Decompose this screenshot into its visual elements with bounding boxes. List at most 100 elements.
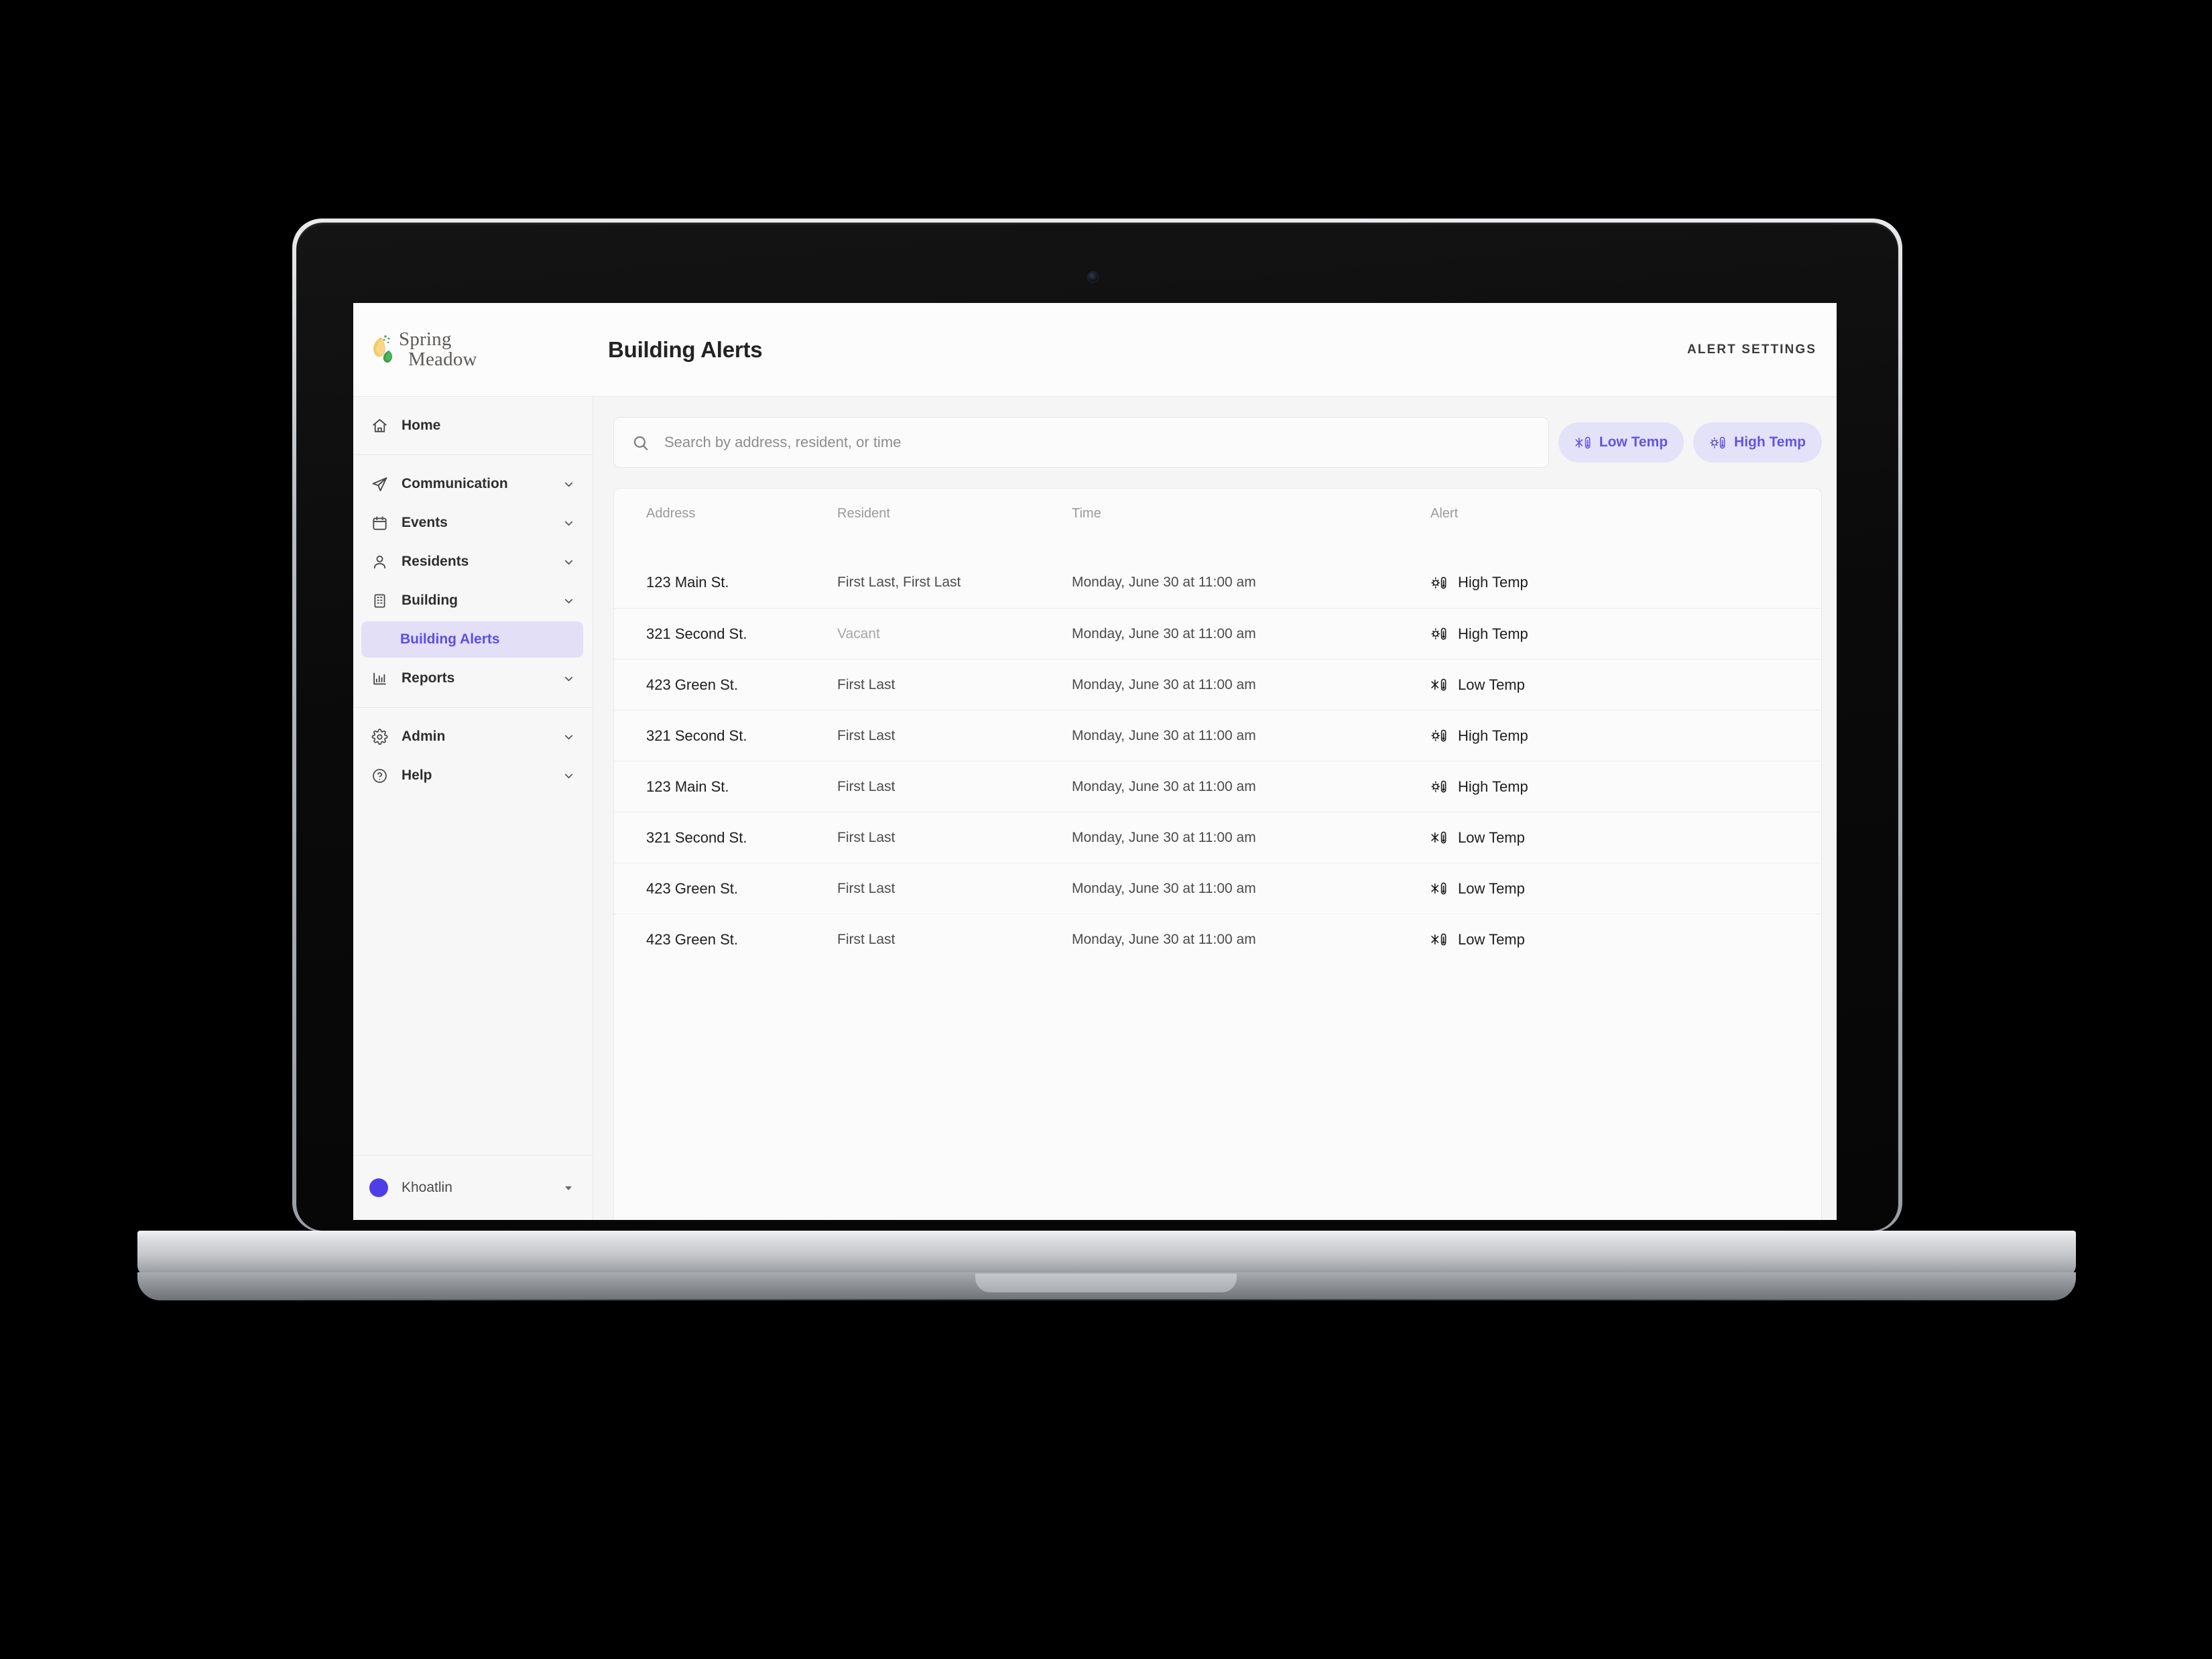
table-row[interactable]: 123 Main St. First Last Monday, June 30 … bbox=[614, 761, 1821, 812]
sidebar-item-label: Residents bbox=[402, 554, 469, 569]
table-header-row: Address Resident Time Alert bbox=[614, 489, 1821, 538]
filter-pill-label: Low Temp bbox=[1599, 434, 1668, 450]
cell-resident: First Last bbox=[837, 931, 896, 947]
chevron-down-icon[interactable] bbox=[562, 672, 575, 685]
sidebar-item-label: Reports bbox=[402, 670, 455, 686]
calendar-icon bbox=[369, 513, 389, 533]
person-icon bbox=[369, 552, 389, 572]
top-bar: Spring Meadow Building Alerts ALERT SETT… bbox=[353, 303, 1837, 397]
laptop-mockup: Spring Meadow Building Alerts ALERT SETT… bbox=[0, 0, 2212, 1659]
sidebar-item-label: Building bbox=[402, 593, 458, 608]
chevron-down-icon[interactable] bbox=[562, 517, 575, 530]
cell-time: Monday, June 30 at 11:00 am bbox=[1072, 931, 1256, 947]
webcam-icon bbox=[1088, 272, 1098, 282]
cell-address: 423 Green St. bbox=[646, 676, 738, 693]
search-icon bbox=[631, 434, 650, 452]
user-menu[interactable]: Khoatlin bbox=[353, 1156, 593, 1220]
search-input[interactable] bbox=[664, 434, 1531, 451]
sidebar-subitem-building-alerts[interactable]: Building Alerts bbox=[361, 621, 583, 658]
sidebar-item-reports[interactable]: Reports bbox=[353, 659, 593, 698]
caret-down-icon[interactable] bbox=[562, 1181, 575, 1194]
bar-chart-icon bbox=[369, 668, 389, 688]
sidebar-subitem-label: Building Alerts bbox=[400, 631, 500, 647]
sidebar-section-main: Communication Events Residents Building … bbox=[353, 455, 593, 708]
filter-pill-high-temp[interactable]: High Temp bbox=[1693, 422, 1822, 463]
sun-thermometer-icon bbox=[1709, 434, 1727, 452]
leaf-logo-icon bbox=[368, 332, 403, 367]
cell-address: 321 Second St. bbox=[646, 727, 747, 744]
sun-thermometer-icon bbox=[1430, 727, 1449, 745]
brand-logo[interactable]: Spring Meadow bbox=[353, 303, 593, 396]
column-header-time: Time bbox=[1072, 505, 1101, 521]
table-row[interactable]: 321 Second St. First Last Monday, June 3… bbox=[614, 812, 1821, 863]
cell-alert: High Temp bbox=[1458, 778, 1528, 795]
cell-time: Monday, June 30 at 11:00 am bbox=[1072, 829, 1256, 845]
alert-settings-button[interactable]: ALERT SETTINGS bbox=[1687, 343, 1817, 357]
cell-time: Monday, June 30 at 11:00 am bbox=[1072, 574, 1256, 590]
sun-thermometer-icon bbox=[1430, 574, 1449, 592]
home-icon bbox=[369, 416, 389, 436]
cell-address: 123 Main St. bbox=[646, 778, 729, 795]
building-icon bbox=[369, 591, 389, 611]
chevron-down-icon[interactable] bbox=[562, 770, 575, 782]
cell-time: Monday, June 30 at 11:00 am bbox=[1072, 676, 1256, 692]
laptop-base-notch bbox=[975, 1274, 1237, 1292]
cell-address: 321 Second St. bbox=[646, 828, 747, 846]
table-row[interactable]: 423 Green St. First Last Monday, June 30… bbox=[614, 863, 1821, 914]
chevron-down-icon[interactable] bbox=[562, 478, 575, 491]
brand-line-1: Spring bbox=[399, 328, 452, 350]
sun-thermometer-icon bbox=[1430, 778, 1449, 796]
snowflake-thermometer-icon bbox=[1430, 930, 1449, 948]
cell-alert: Low Temp bbox=[1458, 676, 1525, 693]
sidebar-item-home[interactable]: Home bbox=[353, 406, 593, 445]
chevron-down-icon[interactable] bbox=[562, 556, 575, 568]
cell-address: 423 Green St. bbox=[646, 879, 738, 897]
table-row[interactable]: 123 Main St. First Last, First Last Mond… bbox=[614, 557, 1821, 608]
sidebar-item-help[interactable]: Help bbox=[353, 756, 593, 795]
cell-alert: High Temp bbox=[1458, 574, 1528, 591]
sidebar-item-label: Communication bbox=[402, 476, 508, 491]
cell-time: Monday, June 30 at 11:00 am bbox=[1072, 880, 1256, 896]
filter-pill-low-temp[interactable]: Low Temp bbox=[1558, 422, 1684, 463]
search-box[interactable] bbox=[613, 417, 1549, 468]
sidebar-item-admin[interactable]: Admin bbox=[353, 717, 593, 756]
cell-time: Monday, June 30 at 11:00 am bbox=[1072, 625, 1256, 641]
sidebar: Home Communication Events Residents Buil… bbox=[353, 397, 593, 1220]
sidebar-item-communication[interactable]: Communication bbox=[353, 465, 593, 503]
paper-plane-icon bbox=[369, 474, 389, 494]
cell-time: Monday, June 30 at 11:00 am bbox=[1072, 778, 1256, 794]
laptop-base-shadow bbox=[137, 1299, 2076, 1316]
cell-alert: High Temp bbox=[1458, 727, 1528, 744]
question-circle-icon bbox=[369, 765, 389, 786]
body-row: Home Communication Events Residents Buil… bbox=[353, 397, 1837, 1220]
sidebar-section-secondary: Admin Help bbox=[353, 708, 593, 1156]
column-header-address: Address bbox=[646, 505, 696, 521]
column-header-alert: Alert bbox=[1430, 505, 1459, 521]
brand-wordmark: Spring Meadow bbox=[399, 328, 477, 369]
cell-resident: First Last bbox=[837, 727, 896, 743]
alerts-table: Address Resident Time Alert 123 Main St.… bbox=[613, 488, 1822, 1220]
cell-resident: First Last bbox=[837, 778, 896, 794]
sidebar-section-primary: Home bbox=[353, 397, 593, 455]
chevron-down-icon[interactable] bbox=[562, 595, 575, 607]
snowflake-thermometer-icon bbox=[1430, 676, 1449, 694]
cell-address: 321 Second St. bbox=[646, 625, 747, 642]
user-name: Khoatlin bbox=[402, 1180, 452, 1195]
screen-viewport: Spring Meadow Building Alerts ALERT SETT… bbox=[353, 303, 1837, 1220]
cell-alert: High Temp bbox=[1458, 625, 1528, 642]
gear-icon bbox=[369, 727, 389, 747]
table-row[interactable]: 423 Green St. First Last Monday, June 30… bbox=[614, 659, 1821, 710]
table-row[interactable]: 321 Second St. Vacant Monday, June 30 at… bbox=[614, 608, 1821, 659]
laptop-base bbox=[137, 1231, 2076, 1276]
cell-resident: First Last bbox=[837, 676, 896, 692]
table-row[interactable]: 423 Green St. First Last Monday, June 30… bbox=[614, 914, 1821, 965]
sidebar-item-building[interactable]: Building bbox=[353, 581, 593, 620]
table-row[interactable]: 321 Second St. First Last Monday, June 3… bbox=[614, 710, 1821, 761]
snowflake-thermometer-icon bbox=[1430, 879, 1449, 898]
sidebar-item-events[interactable]: Events bbox=[353, 503, 593, 542]
app-root: Spring Meadow Building Alerts ALERT SETT… bbox=[353, 303, 1837, 1220]
column-header-resident: Resident bbox=[837, 505, 890, 521]
chevron-down-icon[interactable] bbox=[562, 731, 575, 743]
sidebar-item-residents[interactable]: Residents bbox=[353, 542, 593, 581]
avatar bbox=[369, 1178, 388, 1197]
